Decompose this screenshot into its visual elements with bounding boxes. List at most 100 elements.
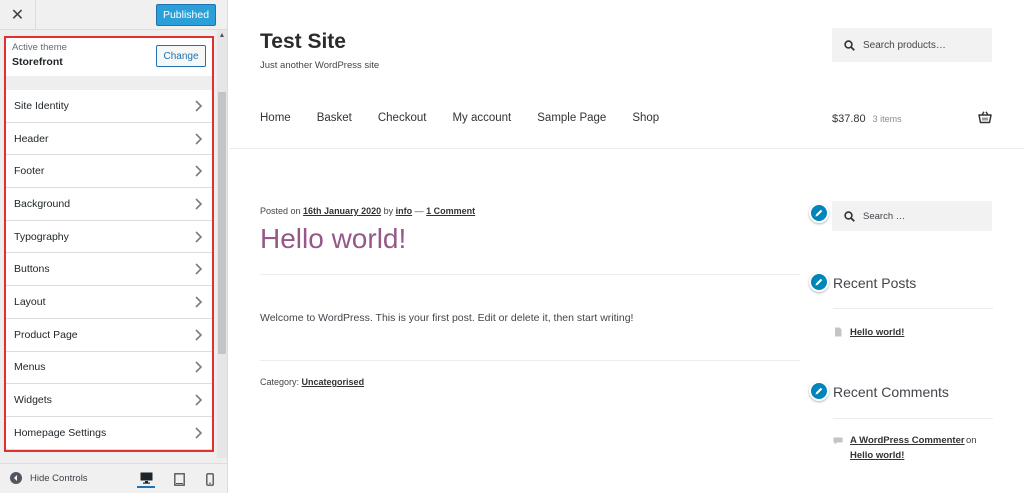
panel-item-site-identity[interactable]: Site Identity	[4, 90, 214, 123]
panel-item-label: Buttons	[14, 263, 50, 276]
customizer-panel-list: Site Identity Header Footer Background Typog…	[4, 90, 214, 450]
panel-item-label: Typography	[14, 230, 69, 243]
panel-item-label: Homepage Settings	[14, 426, 107, 439]
panel-item-label: Menus	[14, 361, 46, 374]
panel-item-layout[interactable]: Layout	[4, 286, 214, 319]
panel-item-footer[interactable]: Footer	[4, 155, 214, 189]
pencil-icon	[815, 387, 823, 395]
search-icon	[844, 39, 855, 51]
preview-tablet-button[interactable]	[170, 470, 188, 488]
post-category-link[interactable]: Uncategorised	[302, 377, 365, 387]
header-cart[interactable]: $37.80 3 items	[832, 111, 992, 125]
site-title[interactable]: Test Site	[260, 30, 346, 54]
desktop-icon	[140, 472, 152, 484]
active-theme-section: Active theme Storefront Change	[4, 36, 214, 76]
nav-item-shop[interactable]: Shop	[632, 112, 659, 124]
panel-item-background[interactable]: Background	[4, 188, 214, 221]
panel-item-buttons[interactable]: Buttons	[4, 253, 214, 287]
post-author-link[interactable]: info	[396, 206, 413, 216]
chevron-right-icon	[195, 263, 203, 275]
sidebar-search-placeholder: Search …	[863, 210, 906, 222]
site-tagline: Just another WordPress site	[260, 60, 380, 71]
chevron-right-icon	[195, 427, 203, 439]
change-theme-button[interactable]: Change	[156, 45, 206, 67]
product-search-input[interactable]: Search products…	[832, 28, 992, 62]
recent-comments-divider	[833, 418, 993, 419]
recent-posts-divider	[833, 308, 993, 309]
sidebar-search-input[interactable]: Search …	[832, 201, 992, 231]
panel-item-label: Footer	[14, 165, 45, 178]
mobile-icon	[206, 472, 214, 486]
cart-item-count: 3 items	[872, 114, 902, 124]
panel-item-header[interactable]: Header	[4, 122, 214, 156]
panel-item-typography[interactable]: Typography	[4, 220, 214, 254]
pencil-icon	[815, 209, 823, 217]
document-icon	[835, 327, 842, 337]
panel-item-product-page[interactable]: Product Page	[4, 318, 214, 352]
post-title[interactable]: Hello world!	[260, 223, 406, 255]
post-divider-top	[260, 274, 800, 275]
site-preview: Test Site Just another WordPress site Se…	[229, 0, 1024, 493]
panel-item-label: Layout	[14, 295, 46, 308]
customizer-sidebar: ✕ Published Active theme Storefront Chan…	[0, 0, 228, 493]
hide-controls-label: Hide Controls	[30, 472, 88, 484]
panel-item-widgets[interactable]: Widgets	[4, 384, 214, 417]
post-divider-bottom	[260, 360, 800, 361]
chevron-right-icon	[195, 100, 203, 112]
header-divider	[229, 148, 1024, 149]
nav-item-sample-page[interactable]: Sample Page	[537, 112, 606, 124]
sidebar-scroll-thumb[interactable]	[218, 92, 226, 354]
nav-item-basket[interactable]: Basket	[317, 112, 352, 124]
preview-desktop-button[interactable]	[137, 470, 155, 488]
chevron-right-icon	[195, 132, 203, 145]
post-category: Category: Uncategorised	[260, 377, 364, 387]
post-category-prefix: Category:	[260, 377, 300, 387]
close-icon: ✕	[10, 7, 25, 24]
cart-amount: $37.80	[832, 113, 866, 125]
comment-post-link[interactable]: Hello world!	[850, 450, 904, 461]
tablet-icon	[173, 472, 185, 486]
post-comments-link[interactable]: 1 Comment	[426, 206, 475, 216]
basket-icon	[978, 111, 992, 124]
chevron-right-icon	[195, 296, 203, 308]
post-content: Welcome to WordPress. This is your first…	[260, 312, 634, 324]
edit-widget-search-button[interactable]	[809, 203, 829, 223]
comment-icon	[833, 437, 843, 445]
post-date-link[interactable]: 16th January 2020	[303, 206, 381, 216]
post-meta-by: by	[383, 206, 394, 216]
collapse-icon	[10, 472, 22, 484]
panel-item-label: Site Identity	[14, 99, 69, 112]
primary-navigation: Home Basket Checkout My account Sample Page S…	[260, 112, 685, 124]
panel-item-menus[interactable]: Menus	[4, 351, 214, 385]
post-meta-separator: —	[414, 206, 424, 216]
nav-item-checkout[interactable]: Checkout	[378, 112, 427, 124]
nav-item-home[interactable]: Home	[260, 112, 291, 124]
panel-item-label: Product Page	[14, 328, 78, 341]
comment-on-text: on	[966, 435, 977, 446]
commenter-link[interactable]: A WordPress Commenter	[850, 435, 965, 446]
customizer-footer: Hide Controls	[0, 463, 227, 493]
chevron-right-icon	[195, 394, 203, 406]
recent-post-link[interactable]: Hello world!	[850, 327, 904, 338]
recent-comments-title: Recent Comments	[833, 384, 949, 400]
active-theme-name: Storefront	[12, 56, 63, 68]
chevron-right-icon	[195, 198, 203, 210]
active-theme-caption: Active theme	[12, 42, 67, 53]
scroll-up-icon[interactable]: ▲	[217, 32, 227, 42]
search-icon	[844, 210, 855, 222]
panel-item-label: Header	[14, 132, 49, 145]
recent-posts-title: Recent Posts	[833, 275, 917, 291]
product-search-placeholder: Search products…	[863, 39, 946, 51]
edit-widget-recent-comments-button[interactable]	[809, 381, 829, 401]
hide-controls-button[interactable]: Hide Controls	[10, 472, 88, 484]
publish-button[interactable]: Published	[156, 4, 216, 26]
preview-mobile-button[interactable]	[201, 470, 219, 488]
panel-item-homepage-settings[interactable]: Homepage Settings	[4, 416, 214, 450]
edit-widget-recent-posts-button[interactable]	[809, 272, 829, 292]
post-meta-prefix: Posted on	[260, 206, 301, 216]
chevron-right-icon	[195, 231, 203, 243]
customizer-header: ✕ Published	[0, 0, 227, 30]
chevron-right-icon	[195, 361, 203, 373]
nav-item-my-account[interactable]: My account	[452, 112, 511, 124]
close-customizer-button[interactable]: ✕	[0, 0, 36, 30]
